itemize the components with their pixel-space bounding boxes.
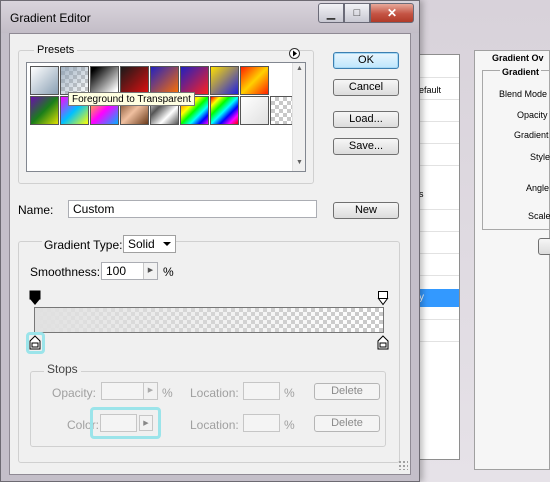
- opacity-location-input[interactable]: [243, 382, 280, 400]
- preset-swatch[interactable]: [210, 66, 239, 95]
- background-button[interactable]: [538, 238, 550, 255]
- opacity-input[interactable]: ▶: [101, 382, 158, 400]
- scroll-up-icon[interactable]: ▲: [296, 65, 303, 72]
- preset-swatch[interactable]: [30, 96, 59, 125]
- name-label: Name:: [18, 203, 54, 217]
- cancel-button[interactable]: Cancel: [333, 79, 399, 96]
- preset-swatch[interactable]: [240, 66, 269, 95]
- preset-swatch[interactable]: [90, 66, 119, 95]
- list-divider: [417, 165, 459, 166]
- preset-tooltip: Foreground to Transparent: [68, 92, 195, 106]
- opacity-location-label: Location:: [190, 386, 239, 400]
- list-divider: [417, 231, 459, 232]
- title-bar[interactable]: Gradient Editor ▁ □ ✕: [1, 1, 419, 33]
- style-label: Style: [530, 152, 550, 162]
- scale-label: Scale: [528, 211, 550, 221]
- smoothness-value: 100: [106, 264, 127, 278]
- color-stop-right-icon[interactable]: [377, 335, 389, 351]
- preset-swatch[interactable]: [180, 66, 209, 95]
- gradient-type-select[interactable]: Solid: [123, 235, 176, 253]
- list-divider: [417, 99, 459, 100]
- maximize-button[interactable]: □: [344, 3, 370, 23]
- close-button[interactable]: ✕: [370, 3, 414, 23]
- gradient-preview-bar[interactable]: [34, 307, 384, 333]
- preset-swatch[interactable]: [120, 66, 149, 95]
- ok-button[interactable]: OK: [333, 52, 399, 69]
- smoothness-label: Smoothness:: [30, 265, 101, 279]
- smoothness-input[interactable]: 100 ▶: [101, 262, 158, 280]
- list-divider: [417, 209, 459, 210]
- list-divider: [417, 275, 459, 276]
- list-divider: [417, 319, 459, 320]
- angle-label: Angle: [526, 183, 550, 193]
- smoothness-stepper-icon[interactable]: ▶: [143, 263, 157, 279]
- preset-swatch[interactable]: [150, 66, 179, 95]
- opacity-label: Opacity:: [52, 386, 97, 400]
- gradient-fill: [35, 308, 383, 332]
- window-controls: ▁ □ ✕: [318, 3, 414, 23]
- gradient-type-label: Gradient Type:: [42, 238, 125, 252]
- presets-scrollbar[interactable]: ▲ ▼: [292, 63, 305, 171]
- scroll-down-icon[interactable]: ▼: [296, 159, 303, 166]
- chevron-down-icon: [163, 242, 171, 246]
- color-location-unit: %: [284, 418, 295, 432]
- opacity-unit: %: [162, 386, 173, 400]
- save-button[interactable]: Save...: [333, 138, 399, 155]
- color-swatch[interactable]: [100, 414, 137, 432]
- opacity-stop-black-icon[interactable]: [29, 290, 41, 306]
- smoothness-unit: %: [163, 265, 174, 279]
- color-picker-arrow-icon[interactable]: ▶: [139, 415, 153, 431]
- presets-label: Presets: [34, 44, 78, 56]
- preset-swatch[interactable]: [240, 96, 269, 125]
- color-stop-left-icon[interactable]: [29, 335, 41, 351]
- name-input[interactable]: Custom: [68, 200, 317, 218]
- preset-swatch[interactable]: [60, 66, 89, 95]
- stops-label: Stops: [44, 362, 81, 376]
- list-divider: [417, 121, 459, 122]
- list-item[interactable]: efault: [419, 85, 441, 95]
- delete-color-stop-button[interactable]: Delete: [314, 415, 380, 432]
- delete-opacity-stop-button[interactable]: Delete: [314, 383, 380, 400]
- opacity-stepper-icon[interactable]: ▶: [143, 383, 157, 399]
- window-title: Gradient Editor: [10, 11, 91, 25]
- resize-grip-icon[interactable]: [398, 460, 408, 470]
- group-title: Gradient: [500, 67, 542, 77]
- color-location-input[interactable]: [243, 414, 280, 432]
- panel-title: Gradient Ov: [492, 53, 544, 63]
- gradient-type-value: Solid: [128, 237, 155, 251]
- gradient-label: Gradient: [514, 130, 549, 140]
- opacity-stop-white-icon[interactable]: [377, 290, 389, 306]
- list-divider: [417, 341, 459, 342]
- presets-swatch-grid[interactable]: ▲ ▼: [26, 62, 306, 172]
- load-button[interactable]: Load...: [333, 111, 399, 128]
- list-divider: [417, 253, 459, 254]
- presets-menu-icon[interactable]: [289, 48, 300, 59]
- minimize-button[interactable]: ▁: [318, 3, 344, 23]
- opacity-label: Opacity: [517, 110, 548, 120]
- list-item-selected[interactable]: y: [417, 289, 459, 307]
- list-divider: [417, 77, 459, 78]
- styles-list[interactable]: efault s y: [416, 54, 460, 460]
- opacity-location-unit: %: [284, 386, 295, 400]
- color-location-label: Location:: [190, 418, 239, 432]
- preset-swatch[interactable]: [210, 96, 239, 125]
- preset-swatch[interactable]: [30, 66, 59, 95]
- new-button[interactable]: New: [333, 202, 399, 219]
- blend-mode-label: Blend Mode: [499, 89, 548, 99]
- list-divider: [417, 143, 459, 144]
